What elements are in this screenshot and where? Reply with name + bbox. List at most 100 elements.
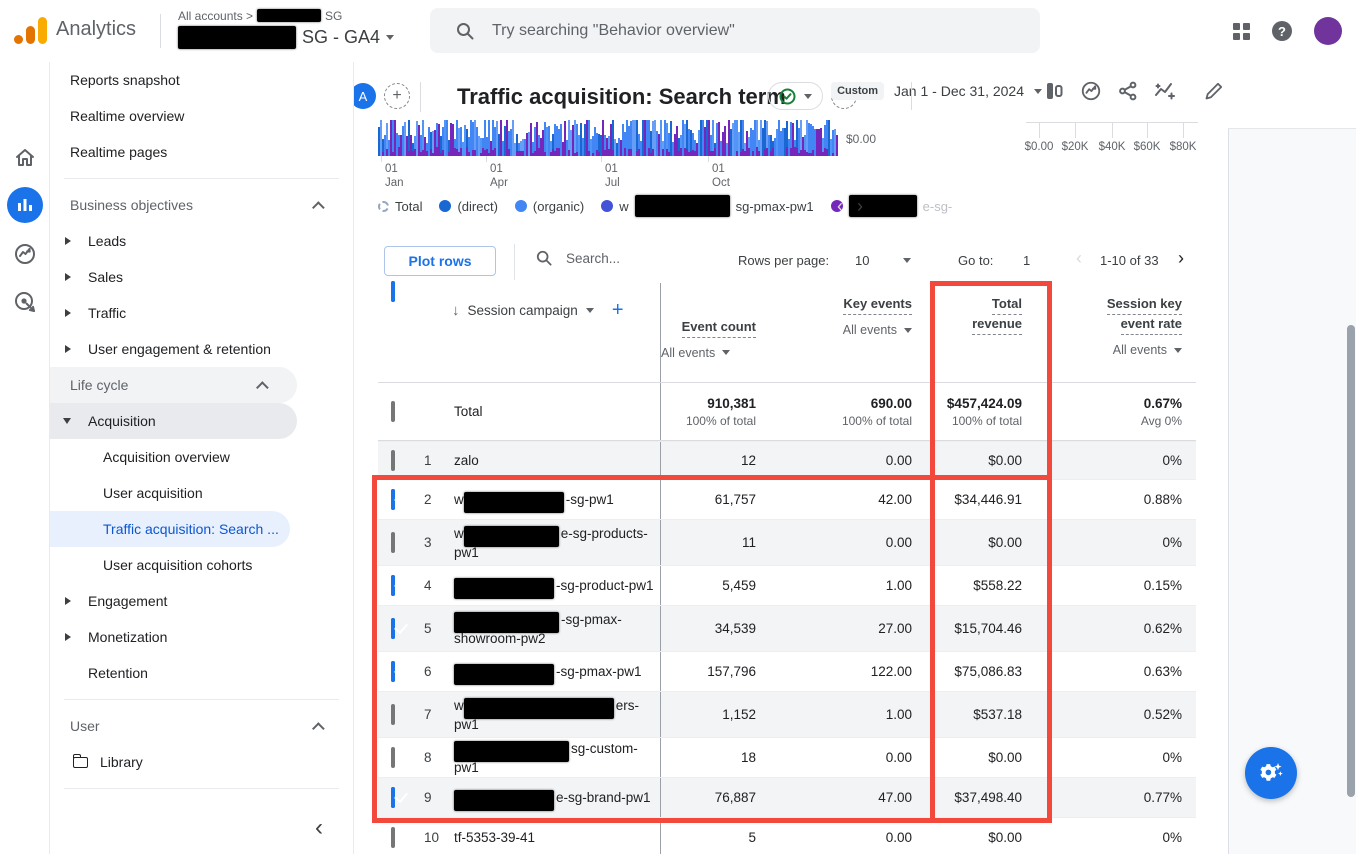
table-search-input[interactable]: Search...: [536, 250, 620, 266]
nav-item-acquisition-overview[interactable]: Acquisition overview: [50, 439, 353, 475]
nav-item-sales[interactable]: Sales: [50, 259, 353, 295]
property-name[interactable]: SG - GA4: [178, 26, 394, 49]
add-workspace-icon[interactable]: +: [384, 83, 410, 109]
global-search-input[interactable]: Try searching "Behavior overview": [430, 8, 1040, 53]
metric-filter-select[interactable]: All events: [843, 323, 912, 337]
metric-header[interactable]: Session keyevent rateAll events: [1036, 283, 1196, 357]
chevron-up-icon[interactable]: [256, 381, 269, 394]
nav-item-user-acquisition[interactable]: User acquisition: [50, 475, 353, 511]
add-column-icon[interactable]: +: [612, 299, 624, 322]
chevron-down-icon[interactable]: [903, 258, 911, 263]
report-saved-indicator[interactable]: [768, 82, 823, 110]
advertising-icon[interactable]: [0, 290, 50, 314]
edit-icon[interactable]: [1202, 79, 1226, 103]
legend-item[interactable]: wsg-pmax-pw1: [601, 195, 813, 217]
nav-item-acquisition[interactable]: Acquisition: [50, 403, 297, 439]
select-all-checkbox[interactable]: [391, 281, 395, 302]
row-checkbox[interactable]: [391, 532, 395, 553]
compare-icon[interactable]: [1042, 79, 1066, 103]
nav-item-realtime-pages[interactable]: Realtime pages: [50, 134, 353, 170]
table-row[interactable]: 8sg-custom-pw1180.00$0.000%: [378, 737, 1196, 777]
user-avatar[interactable]: [1314, 17, 1342, 45]
share-icon[interactable]: [1116, 79, 1140, 103]
row-checkbox[interactable]: [391, 489, 395, 510]
nav-item-realtime-overview[interactable]: Realtime overview: [50, 98, 353, 134]
legend-item[interactable]: Total: [378, 199, 422, 214]
nav-item-user-acquisition-cohorts[interactable]: User acquisition cohorts: [50, 547, 353, 583]
collapse-nav-icon[interactable]: ‹: [315, 814, 323, 842]
table-controls: Plot rows Search... Rows per page: 10 Go…: [350, 246, 1228, 280]
nav-item-engagement[interactable]: Engagement: [50, 583, 353, 619]
help-icon[interactable]: ?: [1272, 21, 1292, 41]
plot-rows-button[interactable]: Plot rows: [384, 246, 496, 276]
chevron-up-icon[interactable]: [312, 722, 325, 735]
row-dimension-name: wers-pw1: [454, 696, 660, 734]
date-range-picker[interactable]: Jan 1 - Dec 31, 2024: [894, 83, 1024, 99]
row-dimension-name: w-sg-pw1: [454, 490, 660, 509]
dimension-line1: tf-5353-39-41: [454, 828, 654, 847]
insights-fab-button[interactable]: [1245, 747, 1297, 799]
table-row[interactable]: 2w-sg-pw161,75742.00$34,446.910.88%: [378, 479, 1196, 519]
nav-item-business-objectives[interactable]: Business objectives: [50, 187, 353, 223]
table-row[interactable]: 7wers-pw11,1521.00$537.180.52%: [378, 691, 1196, 737]
table-row[interactable]: 3we-sg-products-pw1110.00$0.000%: [378, 519, 1196, 565]
totals-checkbox[interactable]: [391, 401, 395, 422]
row-checkbox[interactable]: [391, 704, 395, 725]
table-row[interactable]: 4-sg-product-pw15,4591.00$558.220.15%: [378, 565, 1196, 605]
table-row[interactable]: 1zalo120.00$0.000%: [378, 441, 1196, 479]
home-icon[interactable]: [0, 146, 50, 170]
goto-page-input[interactable]: 1: [1023, 253, 1030, 268]
reports-nav: Reports snapshotRealtime overviewRealtim…: [50, 62, 354, 854]
metric-filter-select[interactable]: All events: [1113, 343, 1182, 357]
chevron-up-icon[interactable]: [312, 201, 325, 214]
row-checkbox[interactable]: [391, 747, 395, 768]
divider: [420, 82, 421, 112]
row-checkbox[interactable]: [391, 661, 395, 682]
legend-next-icon[interactable]: ›: [857, 196, 863, 217]
chevron-down-icon[interactable]: [586, 308, 594, 313]
nav-item-life-cycle[interactable]: Life cycle: [50, 367, 297, 403]
account-property-picker[interactable]: All accounts > SG SG - GA4: [178, 8, 394, 49]
metric-header[interactable]: Totalrevenue: [926, 283, 1036, 335]
metric-title-line: Total: [926, 295, 1022, 315]
chevron-down-icon: [1034, 89, 1042, 94]
legend-item[interactable]: (organic): [515, 199, 584, 214]
nav-item-user-engagement-retention[interactable]: User engagement & retention: [50, 331, 353, 367]
table-row[interactable]: 9e-sg-brand-pw176,88747.00$37,498.400.77…: [378, 777, 1196, 817]
google-apps-icon[interactable]: [1233, 23, 1250, 40]
reports-icon-active[interactable]: [0, 187, 50, 223]
legend-prev-icon[interactable]: ‹: [837, 196, 843, 217]
nav-item-traffic-acquisition-search-[interactable]: Traffic acquisition: Search ...: [50, 511, 290, 547]
nav-item-library[interactable]: Library: [50, 744, 353, 780]
table-row[interactable]: 5-sg-pmax-showroom-pw234,53927.00$15,704…: [378, 605, 1196, 651]
nav-item-traffic[interactable]: Traffic: [50, 295, 353, 331]
row-checkbox[interactable]: [391, 575, 395, 596]
collapse-triangle-icon[interactable]: [63, 418, 71, 424]
row-checkbox[interactable]: [391, 787, 395, 808]
insights-icon[interactable]: [1153, 79, 1177, 103]
nav-item-reports-snapshot[interactable]: Reports snapshot: [50, 62, 353, 98]
rows-per-page-select[interactable]: 10: [855, 253, 869, 268]
nav-item-monetization[interactable]: Monetization: [50, 619, 353, 655]
table-row[interactable]: 10tf-5353-39-4150.00$0.000%: [378, 817, 1196, 854]
explore-icon[interactable]: [0, 242, 50, 266]
window-scrollbar[interactable]: [1347, 325, 1355, 797]
explore-report-icon[interactable]: [1079, 79, 1103, 103]
previous-page-icon[interactable]: ‹: [1076, 248, 1082, 269]
row-checkbox[interactable]: [391, 450, 395, 471]
metric-filter-select[interactable]: All events: [661, 346, 756, 360]
legend-item[interactable]: (direct): [439, 199, 497, 214]
gear-sparkle-icon: [1257, 759, 1285, 787]
row-checkbox[interactable]: [391, 827, 395, 848]
nav-item-user[interactable]: User: [50, 708, 353, 744]
metric-header[interactable]: Key eventsAll events: [770, 283, 926, 337]
checkbox-cell: [378, 663, 424, 681]
metric-header[interactable]: Event countAll events: [660, 283, 770, 382]
nav-item-leads[interactable]: Leads: [50, 223, 353, 259]
dimension-header[interactable]: ↓Session campaign+: [424, 283, 660, 322]
dimension-line1: -sg-pmax-pw1: [454, 662, 654, 681]
next-page-icon[interactable]: ›: [1178, 248, 1184, 269]
nav-item-retention[interactable]: Retention: [50, 655, 353, 691]
table-row[interactable]: 6-sg-pmax-pw1157,796122.00$75,086.830.63…: [378, 651, 1196, 691]
row-checkbox[interactable]: [391, 618, 395, 639]
